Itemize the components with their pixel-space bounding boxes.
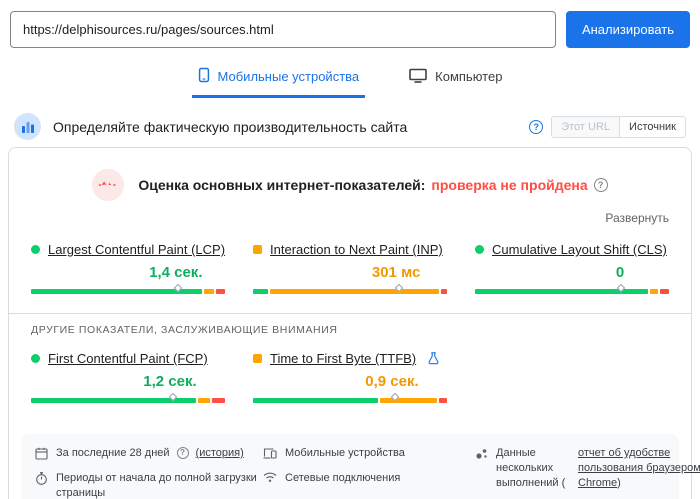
metric-value: 0 [615, 264, 625, 281]
runs-suffix: ) [617, 476, 621, 489]
url-bar: Анализировать [0, 0, 700, 48]
collection-period: За последние 28 дней ? (история) [35, 446, 263, 461]
metric-bullet [31, 245, 40, 254]
tab-mobile[interactable]: Мобильные устройства [191, 63, 366, 98]
devices-icon [263, 448, 277, 459]
tab-desktop[interactable]: Компьютер [403, 63, 508, 98]
metric-distribution-bar [31, 392, 225, 404]
devices-label: Мобильные устройства [285, 447, 405, 459]
smartphone-icon [198, 67, 210, 86]
connections-info: Сетевые подключения [263, 471, 475, 486]
load-period: Периоды от начала до полной загрузки стр… [35, 471, 263, 499]
metric-inp-link[interactable]: Interaction to Next Paint (INP) [270, 242, 443, 257]
toggle-origin[interactable]: Источник [619, 116, 685, 137]
connections-label: Сетевые подключения [285, 471, 401, 484]
expand-link[interactable]: Развернуть [605, 211, 669, 225]
other-metrics-header: ДРУГИЕ ПОКАЗАТЕЛИ, ЗАСЛУЖИВАЮЩИЕ ВНИМАНИ… [31, 324, 338, 336]
help-icon[interactable]: ? [529, 119, 544, 134]
assessment-help-icon[interactable]: ? [593, 178, 608, 192]
metric-fcp: First Contentful Paint (FCP) 1,2 сек. [31, 350, 225, 418]
metric-cls: Cumulative Layout Shift (CLS) 0 [475, 241, 669, 309]
other-metrics-row: First Contentful Paint (FCP) 1,2 сек. Ti… [9, 336, 691, 418]
assessment-label: Оценка основных интернет-показателей: [138, 177, 426, 193]
metric-bullet [253, 354, 262, 363]
metric-ttfb-link[interactable]: Time to First Byte (TTFB) [270, 351, 416, 366]
runs-info: Данные нескольких выполнений ( отчет об … [475, 446, 700, 491]
metric-distribution-bar [31, 283, 226, 295]
metric-fcp-link[interactable]: First Contentful Paint (FCP) [48, 351, 208, 366]
load-period-label: Периоды от начала до полной загрузки стр… [56, 471, 257, 499]
device-tabs: Мобильные устройства Компьютер [0, 63, 700, 98]
period-help-icon[interactable]: ? [176, 447, 189, 460]
stopwatch-icon [36, 471, 47, 485]
field-data-card: Оценка основных интернет-показателей: про… [8, 147, 700, 499]
period-label: За последние 28 дней [56, 447, 170, 459]
crux-report-link[interactable]: отчет об удобстве пользования браузером … [578, 447, 700, 489]
devices-info: Мобильные устройства [263, 446, 475, 461]
metric-ttfb: Time to First Byte (TTFB) 0,9 сек. [253, 350, 447, 418]
metric-bullet [475, 245, 485, 254]
bubble-chart-icon [476, 449, 487, 459]
scope-toggle: Этот URL Источник [551, 115, 686, 138]
metric-bullet [31, 354, 40, 363]
tab-desktop-label: Компьютер [435, 69, 503, 84]
metric-value: 0,9 сек. [365, 373, 419, 390]
assessment-verdict: проверка не пройдена [431, 177, 588, 193]
history-link[interactable]: (история) [196, 446, 244, 461]
metric-lcp: Largest Contentful Paint (LCP) 1,4 сек. [31, 241, 225, 309]
experimental-flask-icon[interactable] [428, 352, 439, 365]
data-collection-footer: За последние 28 дней ? (история) Периоды… [21, 434, 700, 499]
metric-value: 1,4 сек. [149, 264, 203, 281]
cwv-assessment: Оценка основных интернет-показателей: про… [9, 169, 691, 201]
desktop-icon [409, 68, 427, 86]
core-metrics-row: Largest Contentful Paint (LCP) 1,4 сек. … [9, 227, 691, 309]
analyze-button[interactable]: Анализировать [565, 11, 690, 48]
metric-value: 301 мс [371, 264, 421, 281]
metric-distribution-bar [475, 283, 669, 295]
metric-distribution-bar [253, 283, 448, 295]
failed-assessment-icon [92, 169, 125, 201]
runs-label: Данные нескольких выполнений ( [496, 447, 566, 489]
insights-icon [14, 113, 41, 140]
tab-mobile-label: Мобильные устройства [217, 69, 360, 84]
metric-value: 1,2 сек. [143, 373, 197, 390]
metric-cls-link[interactable]: Cumulative Layout Shift (CLS) [492, 242, 667, 257]
field-data-title: Определяйте фактическую производительнос… [53, 118, 408, 135]
metric-bullet [253, 245, 263, 254]
metric-lcp-link[interactable]: Largest Contentful Paint (LCP) [48, 242, 225, 257]
wifi-icon [263, 472, 277, 482]
calendar-icon [35, 447, 48, 460]
field-data-header: Определяйте фактическую производительнос… [14, 113, 686, 140]
toggle-this-url[interactable]: Этот URL [552, 116, 620, 137]
metric-inp: Interaction to Next Paint (INP) 301 мс [253, 241, 448, 309]
url-input[interactable] [10, 11, 556, 48]
metric-distribution-bar [253, 392, 447, 404]
